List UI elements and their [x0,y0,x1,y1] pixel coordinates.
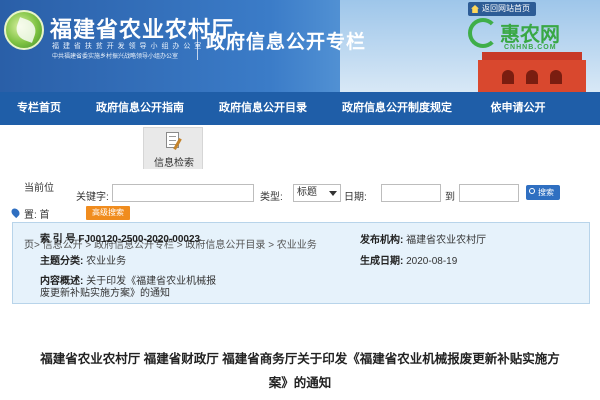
index-row: 索 引 号 FJ00120-2500-2020-00023 [40,230,200,245]
header-divider [197,18,198,60]
tiananmen-illustration [472,52,592,92]
watermark: 惠农网 CNHNB.COM [468,14,598,58]
search-button[interactable]: 搜索 [526,185,560,200]
keyword-input[interactable] [112,184,254,202]
keyword-label: 关键字: [76,192,109,203]
header-banner: 福建省农业农村厅 福 建 省 扶 贫 开 发 领 导 小 组 办 公 室 中共福… [0,0,600,92]
date-to-label: 到 [445,192,455,203]
index-value: FJ00120-2500-2020-00023 [78,234,201,245]
index-label: 索 引 号 [40,234,76,245]
type-select[interactable]: 标题 [293,184,341,202]
site-subtitle-2: 中共福建省委实施乡村振兴战略领导小组办公室 [52,54,179,60]
issuer-row: 发布机构: 福建省农业农村厅 [360,231,486,246]
advanced-search-button[interactable]: 高级搜索 [86,206,130,220]
search-icon [529,188,535,194]
nav-item-home[interactable]: 专栏首页 [0,92,78,125]
summary-line-2: 废更新补贴实施方案》的通知 [40,288,170,299]
date-from-input[interactable] [381,184,441,202]
home-icon [471,5,479,13]
category-label: 主题分类: [40,256,84,267]
document-title-line-1: 福建省农业农村厅 福建省财政厅 福建省商务厅关于印发《福建省农业机械报废更新补贴… [40,352,560,366]
position-text: 置: 首 [24,210,50,221]
date-label: 日期: [344,192,367,203]
return-home-link[interactable]: 返回网站首页 [468,2,536,16]
category-row: 主题分类: 农业业务 [40,252,126,267]
chevron-down-icon [329,191,337,196]
nav-item-catalog[interactable]: 政府信息公开目录 [202,92,324,125]
date-to-input[interactable] [459,184,519,202]
return-home-label: 返回网站首页 [482,4,530,13]
main-nav: 专栏首页 政府信息公开指南 政府信息公开目录 政府信息公开制度规定 依申请公开 [0,92,600,125]
issuer-label: 发布机构: [360,235,404,246]
search-form: 关键字: 类型: 标题 日期: 到 搜索 [0,181,600,205]
tab-info-search-label: 信息检索 [154,158,194,169]
column-title: 政府信息公开专栏 [206,32,367,53]
date-row: 生成日期: 2020-08-19 [360,252,457,267]
location-pin-icon [9,206,22,219]
tab-info-search[interactable]: 信息检索 [143,127,203,169]
document-title: 福建省农业农村厅 福建省财政厅 福建省商务厅关于印发《福建省农业机械报废更新补贴… [20,347,580,395]
site-subtitle-1: 福 建 省 扶 贫 开 发 领 导 小 组 办 公 室 [52,43,203,50]
watermark-logo-icon [468,18,498,48]
type-label: 类型: [260,192,283,203]
logo-emblem-icon[interactable] [4,10,44,50]
watermark-domain: CNHNB.COM [504,44,557,51]
breadcrumb-prefix: 页 [24,240,34,251]
issuer-value: 福建省农业农村厅 [406,235,487,246]
search-button-label: 搜索 [538,188,554,197]
document-title-line-2: 案》的通知 [268,376,332,390]
document-search-icon [164,132,184,150]
category-value: 农业业务 [86,256,127,267]
nav-item-application[interactable]: 依申请公开 [470,92,566,125]
nav-item-guide[interactable]: 政府信息公开指南 [78,92,202,125]
date-label-info: 生成日期: [360,256,404,267]
type-select-value: 标题 [297,187,317,198]
date-value: 2020-08-19 [406,256,458,267]
nav-item-regulations[interactable]: 政府信息公开制度规定 [324,92,470,125]
watermark-text: 惠农网 [500,24,560,46]
